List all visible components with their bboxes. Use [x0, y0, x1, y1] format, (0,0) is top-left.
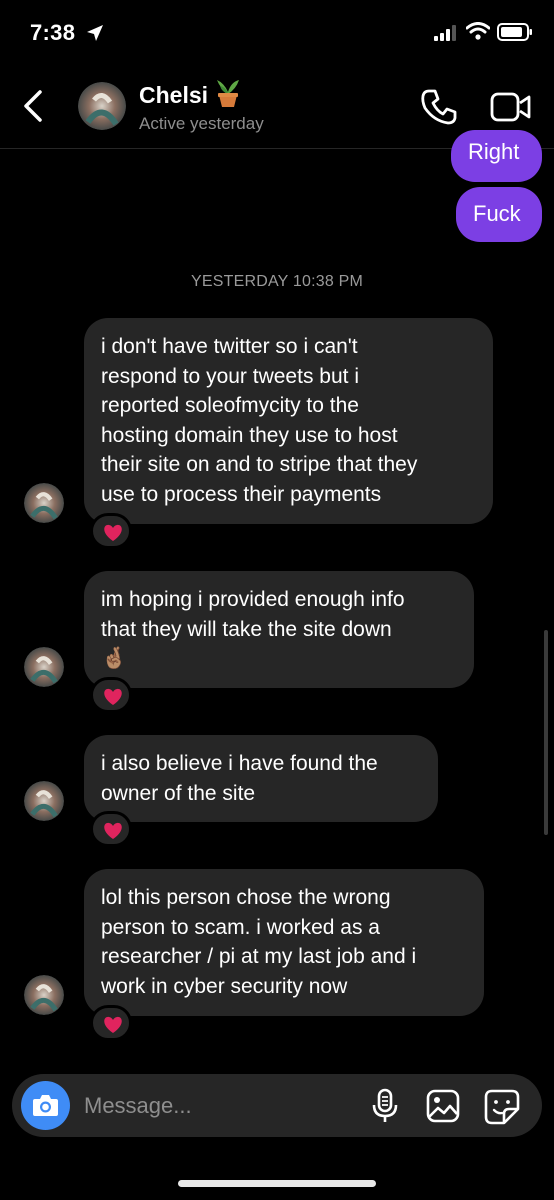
avatar[interactable]	[24, 781, 64, 821]
camera-icon	[33, 1095, 58, 1116]
message-composer: Message...	[12, 1074, 542, 1137]
message-text: lol this person chose the wrong person t…	[101, 886, 417, 998]
camera-button[interactable]	[21, 1081, 70, 1130]
location-arrow-icon	[87, 25, 103, 41]
wifi-icon	[466, 22, 490, 40]
video-camera-icon[interactable]	[490, 92, 532, 122]
message-text: im hoping i provided enough info that th…	[101, 588, 405, 670]
incoming-message[interactable]: i don't have twitter so i can't respond …	[84, 318, 493, 524]
gallery-icon[interactable]	[426, 1089, 460, 1123]
status-time: 7:38	[30, 20, 76, 45]
status-bar: 7:38	[0, 0, 554, 62]
active-status: Active yesterday	[139, 114, 264, 133]
message-text: i don't have twitter so i can't respond …	[101, 335, 418, 506]
battery-icon	[497, 23, 532, 41]
phone-icon[interactable]	[420, 88, 458, 126]
reaction-badge[interactable]	[90, 811, 132, 847]
heart-icon	[104, 524, 122, 541]
reaction-badge[interactable]	[90, 677, 132, 713]
message-text: Right	[468, 139, 520, 164]
avatar[interactable]	[24, 975, 64, 1015]
back-chevron-icon[interactable]	[22, 90, 44, 122]
timestamp-divider: YESTERDAY 10:38 PM	[191, 273, 363, 290]
avatar[interactable]	[78, 82, 126, 130]
outgoing-message[interactable]: Fuck	[456, 187, 542, 242]
sticker-icon[interactable]	[484, 1089, 520, 1125]
message-text: Fuck	[473, 201, 521, 226]
contact-name[interactable]: Chelsi	[139, 82, 208, 109]
heart-icon	[104, 1016, 122, 1033]
plant-emoji-icon	[217, 80, 239, 107]
home-indicator[interactable]	[178, 1180, 376, 1187]
incoming-message[interactable]: lol this person chose the wrong person t…	[84, 869, 484, 1016]
avatar[interactable]	[24, 483, 64, 523]
message-text: i also believe i have found the owner of…	[101, 752, 378, 805]
reaction-badge[interactable]	[90, 1005, 132, 1041]
avatar[interactable]	[24, 647, 64, 687]
scrollbar[interactable]	[544, 630, 548, 835]
heart-icon	[104, 688, 122, 705]
heart-icon	[104, 822, 122, 839]
message-input[interactable]: Message...	[84, 1093, 192, 1119]
signal-icon	[434, 25, 456, 41]
incoming-message[interactable]: im hoping i provided enough info that th…	[84, 571, 474, 688]
reaction-badge[interactable]	[90, 513, 132, 549]
outgoing-message[interactable]: Right	[451, 130, 542, 182]
microphone-icon[interactable]	[372, 1088, 398, 1124]
incoming-message[interactable]: i also believe i have found the owner of…	[84, 735, 438, 822]
